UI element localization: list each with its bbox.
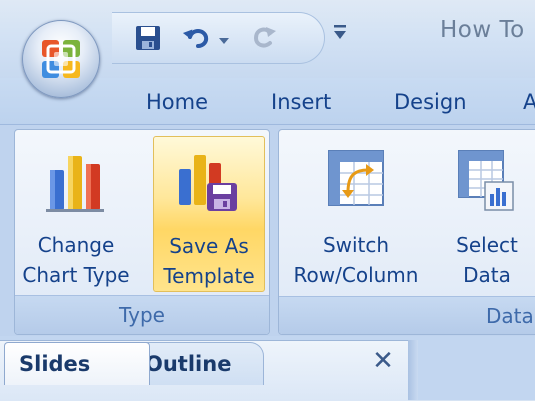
group-type-label: Type	[15, 295, 269, 334]
save-as-template-button[interactable]: Save As Template	[153, 136, 265, 292]
bar-chart-icon	[46, 148, 106, 218]
save-as-template-icon	[177, 149, 241, 219]
group-data: Switch Row/Column Select Data Data	[278, 129, 535, 335]
tab-slides[interactable]: Slides	[4, 342, 150, 385]
switch-row-column-label: Switch Row/Column	[293, 233, 419, 287]
change-chart-type-label: Change Chart Type	[22, 233, 130, 287]
pane-splitter[interactable]	[408, 340, 418, 400]
select-data-icon	[457, 148, 517, 218]
group-type: Change Chart Type Save As Template Type	[14, 129, 270, 335]
quick-access-toolbar	[112, 12, 325, 64]
tab-design[interactable]: Design	[394, 90, 467, 114]
select-data-label: Select Data	[456, 233, 518, 287]
tab-outline[interactable]: Outline	[130, 342, 264, 385]
chevron-down-icon[interactable]	[218, 31, 230, 61]
tab-home[interactable]: Home	[146, 90, 208, 114]
close-icon[interactable]: ✕	[368, 346, 398, 376]
ribbon-panel: Change Chart Type Save As Template Type	[0, 124, 535, 337]
save-icon[interactable]	[134, 23, 162, 53]
office-logo-icon	[42, 40, 80, 78]
group-data-label: Data	[279, 296, 535, 334]
save-as-template-label: Save As Template	[163, 234, 255, 288]
tab-partial[interactable]: A	[523, 90, 535, 114]
undo-icon[interactable]	[182, 23, 214, 53]
change-chart-type-button[interactable]: Change Chart Type	[17, 136, 135, 290]
select-data-button[interactable]: Select Data	[439, 136, 535, 290]
switch-row-column-icon	[326, 148, 386, 214]
tab-insert[interactable]: Insert	[271, 90, 331, 114]
redo-icon[interactable]	[248, 23, 280, 53]
customize-dropdown-icon[interactable]	[332, 22, 348, 44]
office-button[interactable]	[22, 20, 100, 98]
switch-row-column-button[interactable]: Switch Row/Column	[283, 136, 429, 290]
window-title: How To	[440, 17, 525, 43]
